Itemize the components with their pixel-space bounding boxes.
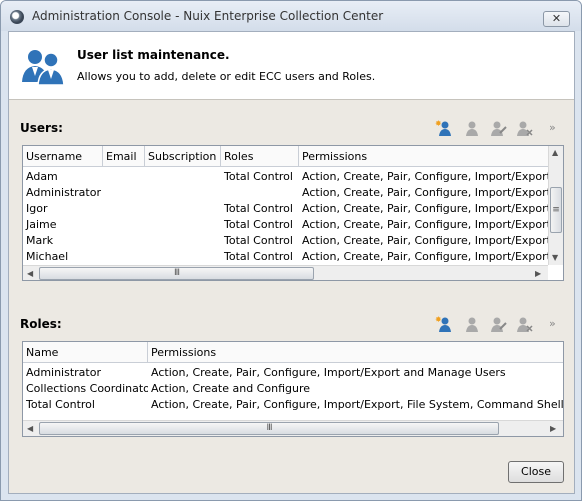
scroll-right-arrow[interactable]: ▶ [535,269,541,278]
cell-role-name: Collections Coordinator [26,382,148,395]
cell-permissions: Action, Create, Pair, Configure, Import/… [302,202,548,215]
column-header-permissions[interactable]: Permissions [299,146,548,167]
cell-username: Michael [26,250,69,263]
cell-roles: Total Control [224,234,293,247]
cell-username: Igor [26,202,48,215]
view-role-icon[interactable] [463,315,481,333]
table-row[interactable]: Jaime Total Control Action, Create, Pair… [23,217,548,233]
delete-role-icon[interactable] [515,315,533,333]
table-row[interactable]: Adam Total Control Action, Create, Pair,… [23,169,548,185]
dialog-body: User list maintenance. Allows you to add… [8,31,575,494]
column-header-name[interactable]: Name [23,342,148,363]
vertical-scroll-thumb[interactable]: ≡ [550,187,562,233]
column-header-permissions[interactable]: Permissions [148,342,563,363]
cell-permissions: Action, Create, Pair, Configure, Import/… [302,186,548,199]
scroll-up-arrow[interactable]: ▲ [552,148,558,157]
delete-user-icon[interactable] [515,119,533,137]
admin-console-window: Administration Console - Nuix Enterprise… [0,0,582,501]
edit-role-icon[interactable] [489,315,507,333]
table-row[interactable]: Mark Total Control Action, Create, Pair,… [23,233,548,249]
cell-username: Mark [26,234,54,247]
svg-text:✸: ✸ [435,119,442,128]
svg-text:✸: ✸ [435,315,442,324]
header-subtitle: Allows you to add, delete or edit ECC us… [77,70,376,83]
cell-role-name: Administrator [26,366,101,379]
roles-label: Roles: [20,317,62,331]
scroll-down-arrow[interactable]: ▼ [552,253,558,262]
cell-roles: Total Control [224,170,293,183]
column-header-username[interactable]: Username [23,146,103,167]
cell-roles: Total Control [224,218,293,231]
roles-horizontal-scrollbar[interactable]: ◀ III ▶ [23,420,563,436]
table-row[interactable]: Collections Coordinator Action, Create a… [23,381,563,397]
users-label: Users: [20,121,63,135]
users-toolbar-overflow[interactable]: » [549,121,556,134]
users-vertical-scrollbar[interactable]: ▲ ≡ ▼ [548,146,563,265]
cell-roles: Total Control [224,202,293,215]
add-role-icon[interactable]: ✸ [435,315,453,333]
header-panel: User list maintenance. Allows you to add… [9,32,574,100]
table-row[interactable]: Total Control Action, Create, Pair, Conf… [23,397,563,413]
window-title: Administration Console - Nuix Enterprise… [32,9,384,23]
header-title: User list maintenance. [77,48,230,62]
roles-toolbar-overflow[interactable]: » [549,317,556,330]
cell-permissions: Action, Create, Pair, Configure, Import/… [151,366,506,379]
app-icon [10,10,24,24]
window-close-button[interactable]: ✕ [543,11,570,27]
scroll-right-arrow[interactable]: ▶ [550,424,556,433]
cell-role-name: Total Control [26,398,95,411]
add-user-icon[interactable]: ✸ [435,119,453,137]
view-user-icon[interactable] [463,119,481,137]
column-header-subscription[interactable]: Subscription [145,146,221,167]
cell-permissions: Action, Create, Pair, Configure, Import/… [302,234,548,247]
edit-user-icon[interactable] [489,119,507,137]
horizontal-scroll-thumb[interactable]: III [39,267,314,280]
users-table[interactable]: Username Email Subscription Roles Permis… [22,145,564,281]
cell-username: Administrator [26,186,101,199]
table-row[interactable]: Administrator Action, Create, Pair, Conf… [23,365,563,381]
table-row[interactable]: Igor Total Control Action, Create, Pair,… [23,201,548,217]
roles-table[interactable]: Name Permissions Administrator Action, C… [22,341,564,437]
cell-permissions: Action, Create, Pair, Configure, Import/… [151,398,563,411]
users-table-header: Username Email Subscription Roles Permis… [23,146,548,167]
roles-table-header: Name Permissions [23,342,563,363]
close-button[interactable]: Close [508,461,564,483]
cell-username: Adam [26,170,58,183]
users-icon [22,50,65,86]
cell-permissions: Action, Create, Pair, Configure, Import/… [302,170,548,183]
column-header-roles[interactable]: Roles [221,146,299,167]
cell-roles: Total Control [224,250,293,263]
cell-permissions: Action, Create and Configure [151,382,310,395]
cell-username: Jaime [26,218,57,231]
title-bar[interactable]: Administration Console - Nuix Enterprise… [1,1,581,31]
scroll-left-arrow[interactable]: ◀ [27,424,33,433]
cell-roles [221,185,299,201]
table-row[interactable]: Administrator Action, Create, Pair, Conf… [23,185,548,201]
column-header-email[interactable]: Email [103,146,145,167]
cell-permissions: Action, Create, Pair, Configure, Import/… [302,218,548,231]
users-horizontal-scrollbar[interactable]: ◀ III ▶ [23,265,548,280]
cell-permissions: Action, Create, Pair, Configure, Import/… [302,250,548,263]
horizontal-scroll-thumb[interactable]: III [39,422,499,435]
table-row[interactable]: Michael Total Control Action, Create, Pa… [23,249,548,265]
scroll-left-arrow[interactable]: ◀ [27,269,33,278]
